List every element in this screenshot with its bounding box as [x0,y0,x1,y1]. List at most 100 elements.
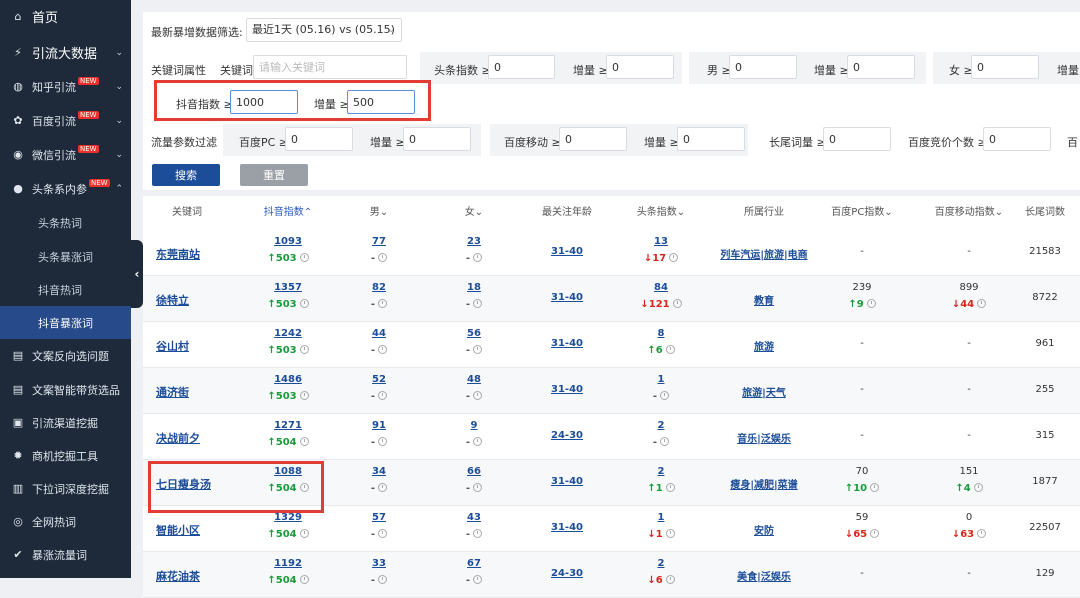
female-input[interactable] [971,55,1039,79]
female-link[interactable]: 56 [456,328,492,339]
date-filter-label: 最新暴增数据筛选: [151,26,243,39]
industry-link[interactable]: 音乐|泛娱乐 [714,430,814,445]
age-link[interactable]: 24-30 [535,430,599,441]
industry-link[interactable]: 安防 [714,522,814,537]
male-increment-input[interactable] [847,55,915,79]
longtail-input[interactable] [823,127,891,151]
industry-link[interactable]: 旅游 [714,338,814,353]
sidebar-item-1[interactable]: ⚡ 引流大数据 ⌄ [0,36,131,69]
search-button[interactable]: 搜索 [152,164,220,186]
female-link[interactable]: 43 [456,512,492,523]
male-link[interactable]: 91 [361,420,397,431]
male-input[interactable] [729,55,797,79]
female-link[interactable]: 18 [456,282,492,293]
sidebar-item-10[interactable]: ▤ 文案反向选问题 [0,339,131,372]
sidebar-item-12[interactable]: ▣ 引流渠道挖掘 [0,406,131,439]
clock-icon [665,483,675,492]
age-link[interactable]: 31-40 [535,292,599,303]
douyin-index-link[interactable]: 1242 [248,328,328,339]
clock-icon [473,253,483,262]
keyword-link[interactable]: 通济街 [156,384,189,400]
column-header-7[interactable]: 百度PC指数⌄ [825,196,899,230]
collapse-sidebar-button[interactable]: ‹ [131,240,143,308]
toutiao-index-link[interactable]: 1 [631,512,691,523]
sidebar-item-8[interactable]: 抖音热词 [0,273,131,306]
column-header-2[interactable]: 男⌄ [361,196,397,230]
female-link[interactable]: 23 [456,236,492,247]
toutiao-index-link[interactable]: 8 [631,328,691,339]
longtail-count: 8722 [1032,292,1058,303]
douyin-index-link[interactable]: 1486 [248,374,328,385]
column-header-5[interactable]: 头条指数⌄ [631,196,691,230]
industry-link[interactable]: 美食|泛娱乐 [714,568,814,583]
douyin-index-link[interactable]: 1271 [248,420,328,431]
douyin-index-link[interactable]: 1192 [248,558,328,569]
baidu-bid-input[interactable] [983,127,1051,151]
sidebar-item-5[interactable]: ● 头条系内参 NEW ⌃ [0,172,131,205]
male-link[interactable]: 34 [361,466,397,477]
age-link[interactable]: 31-40 [535,522,599,533]
male-link[interactable]: 77 [361,236,397,247]
keyword-link[interactable]: 智能小区 [156,522,200,538]
douyin-index-link[interactable]: 1357 [248,282,328,293]
sidebar-item-0[interactable]: ⌂ 首页 [0,0,131,33]
sidebar-item-6[interactable]: 头条热词 [0,206,131,239]
sidebar-item-13[interactable]: ✹ 商机挖掘工具 [0,439,131,472]
toutiao-index-input[interactable] [488,55,555,79]
column-header-3[interactable]: 女⌄ [456,196,492,230]
sidebar-item-4[interactable]: ◉ 微信引流 NEW ⌄ [0,138,131,171]
keyword-link[interactable]: 徐特立 [156,292,189,308]
toutiao-increment-input[interactable] [606,55,674,79]
baidu-pc-increment-input[interactable] [403,127,471,151]
toutiao-index-link[interactable]: 13 [631,236,691,247]
toutiao-index-link[interactable]: 2 [631,466,691,477]
reset-button[interactable]: 重置 [240,164,308,186]
date-range-select[interactable]: 最近1天 (05.16) vs (05.15) ⌄ [246,18,402,42]
male-link[interactable]: 44 [361,328,397,339]
industry-link[interactable]: 列车汽运|旅游|电商 [714,246,814,261]
age-link[interactable]: 31-40 [535,476,599,487]
sidebar-item-11[interactable]: ▤ 文案智能带货选品 [0,373,131,406]
sidebar-item-label: 引流渠道挖掘 [32,416,98,430]
sidebar-item-16[interactable]: ✔ 暴涨流量词 [0,538,131,571]
male-link[interactable]: 57 [361,512,397,523]
sidebar-item-3[interactable]: ✿ 百度引流 NEW ⌄ [0,104,131,137]
male-link[interactable]: 52 [361,374,397,385]
keyword-link[interactable]: 东莞南站 [156,246,200,262]
baidu-mobile-input[interactable] [559,127,627,151]
douyin-index-link[interactable]: 1093 [248,236,328,247]
column-header-8[interactable]: 百度移动指数⌄ [929,196,1009,230]
female-link[interactable]: 9 [456,420,492,431]
toutiao-index-link[interactable]: 84 [631,282,691,293]
age-link[interactable]: 31-40 [535,384,599,395]
male-link[interactable]: 82 [361,282,397,293]
industry-link[interactable]: 教育 [714,292,814,307]
female-link[interactable]: 67 [456,558,492,569]
sidebar-item-2[interactable]: ◍ 知乎引流 NEW ⌄ [0,70,131,103]
toutiao-index-link[interactable]: 2 [631,420,691,431]
keyword-link[interactable]: 决战前夕 [156,430,200,446]
keyword-link[interactable]: 谷山村 [156,338,189,354]
keyword-link[interactable]: 麻花油茶 [156,568,200,584]
male-link[interactable]: 33 [361,558,397,569]
age-link[interactable]: 31-40 [535,338,599,349]
industry-link[interactable]: 旅游|天气 [714,384,814,399]
female-link[interactable]: 66 [456,466,492,477]
baidu-pc-input[interactable] [285,127,353,151]
sidebar-item-15[interactable]: ◎ 全网热词 [0,505,131,538]
keyword-input[interactable] [253,55,407,79]
age-link[interactable]: 31-40 [535,246,599,257]
toutiao-index-link[interactable]: 1 [631,374,691,385]
sidebar-item-7[interactable]: 头条暴涨词 [0,240,131,273]
douyin-index-link[interactable]: 1329 [248,512,328,523]
female-delta: - [465,529,471,540]
column-header-1[interactable]: 抖音指数⌃ [248,196,328,230]
sidebar-item-label: 抖音暴涨词 [38,316,93,330]
toutiao-index-link[interactable]: 2 [631,558,691,569]
age-link[interactable]: 24-30 [535,568,599,579]
sidebar-item-9[interactable]: 抖音暴涨词 [0,306,131,339]
baidu-mobile-increment-input[interactable] [677,127,745,151]
industry-link[interactable]: 瘦身|减肥|菜谱 [714,476,814,491]
sidebar-item-14[interactable]: ▥ 下拉词深度挖掘 [0,472,131,505]
female-link[interactable]: 48 [456,374,492,385]
